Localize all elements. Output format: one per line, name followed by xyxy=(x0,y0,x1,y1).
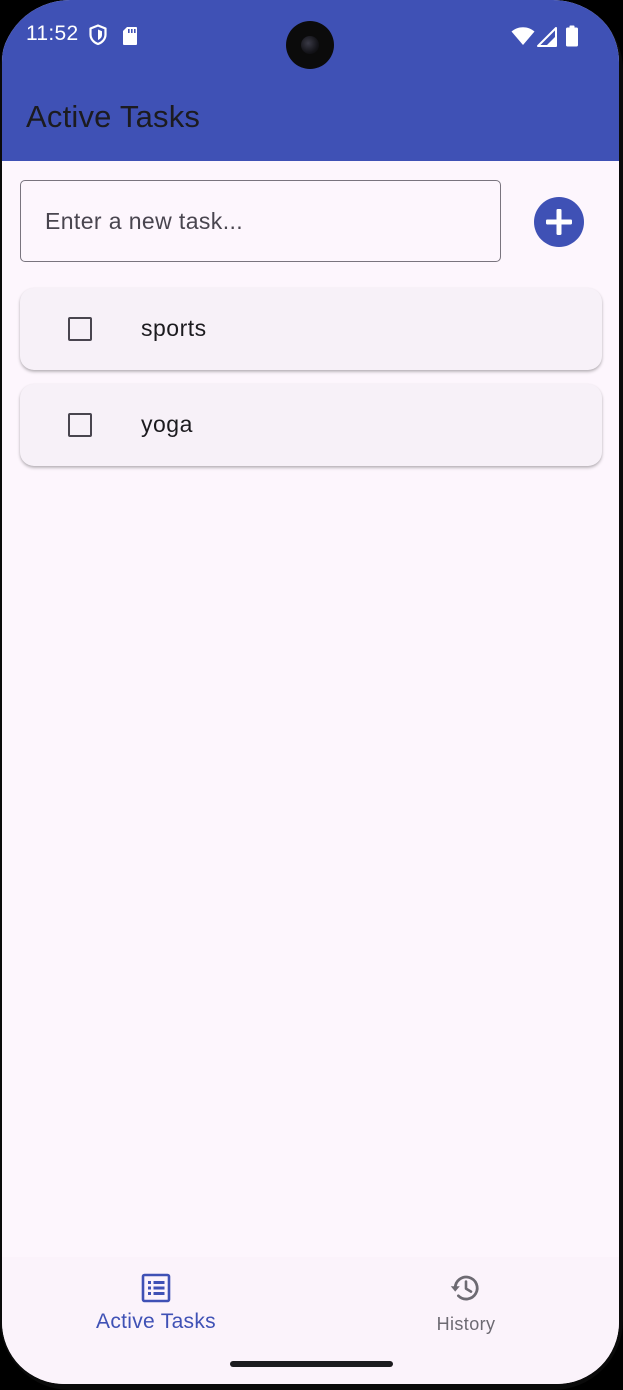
plus-icon xyxy=(546,209,572,235)
task-label: yoga xyxy=(141,411,193,437)
nav-label-active-tasks: Active Tasks xyxy=(96,1310,216,1333)
app-bar: 11:52 Active Tasks xyxy=(2,0,619,161)
front-camera xyxy=(286,21,334,69)
list-icon xyxy=(141,1273,171,1303)
task-card: sports xyxy=(20,288,602,370)
page-title: Active Tasks xyxy=(26,99,201,134)
task-card: yoga xyxy=(20,384,602,466)
task-checkbox[interactable] xyxy=(68,413,92,437)
cell-signal-icon xyxy=(537,27,557,52)
nav-label-history: History xyxy=(436,1314,496,1334)
new-task-input[interactable] xyxy=(20,180,501,262)
task-label: sports xyxy=(141,315,207,341)
add-task-button[interactable] xyxy=(534,197,584,247)
task-checkbox[interactable] xyxy=(68,317,92,341)
history-icon xyxy=(450,1275,479,1301)
home-indicator[interactable] xyxy=(230,1361,393,1367)
sd-card-icon xyxy=(122,26,138,51)
battery-icon xyxy=(565,25,579,52)
wifi-icon xyxy=(511,26,535,51)
nav-item-active-tasks[interactable]: Active Tasks xyxy=(36,1257,276,1357)
status-time: 11:52 xyxy=(26,22,79,45)
nav-item-history[interactable]: History xyxy=(346,1257,586,1357)
screen: 11:52 Active Tasks Enter a new task... s… xyxy=(2,0,619,1384)
shield-icon xyxy=(88,24,108,51)
device-frame: 11:52 Active Tasks Enter a new task... s… xyxy=(0,0,623,1390)
